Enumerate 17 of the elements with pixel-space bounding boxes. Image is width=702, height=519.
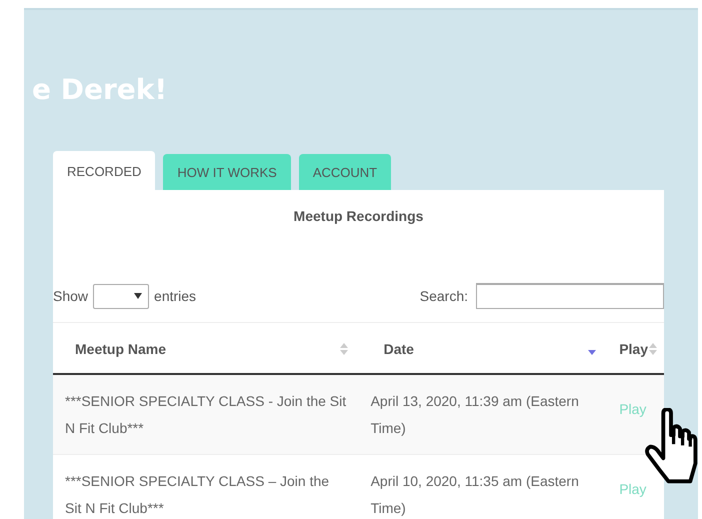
date-cell: April 10, 2020, 11:35 am (Eastern Time)	[358, 454, 608, 519]
caret-icon	[134, 293, 142, 299]
meetup-name-cell: ***SENIOR SPECIALTY CLASS – Join the Sit N Fit Club***	[53, 454, 359, 519]
entries-select[interactable]	[93, 284, 150, 308]
date-cell: April 13, 2020, 11:39 am (Eastern Time)	[358, 374, 608, 454]
tab[interactable]: ACCOUNT	[298, 154, 392, 190]
entries-label: entries	[154, 288, 196, 304]
tab[interactable]: RECORDED	[53, 151, 156, 190]
column-label: Meetup Name	[75, 341, 166, 357]
tab[interactable]: HOW IT WORKS	[163, 154, 291, 190]
meetup-name-cell: ***SENIOR SPECIALTY CLASS - Join the Sit N Fit Club***	[53, 374, 359, 454]
column-label: Date	[384, 341, 414, 357]
search-label: Search:	[420, 288, 468, 304]
show-label: Show	[53, 288, 88, 304]
search-field[interactable]	[476, 283, 664, 309]
panel-title: Meetup Recordings	[292, 207, 424, 226]
column-label: Play	[619, 341, 648, 357]
